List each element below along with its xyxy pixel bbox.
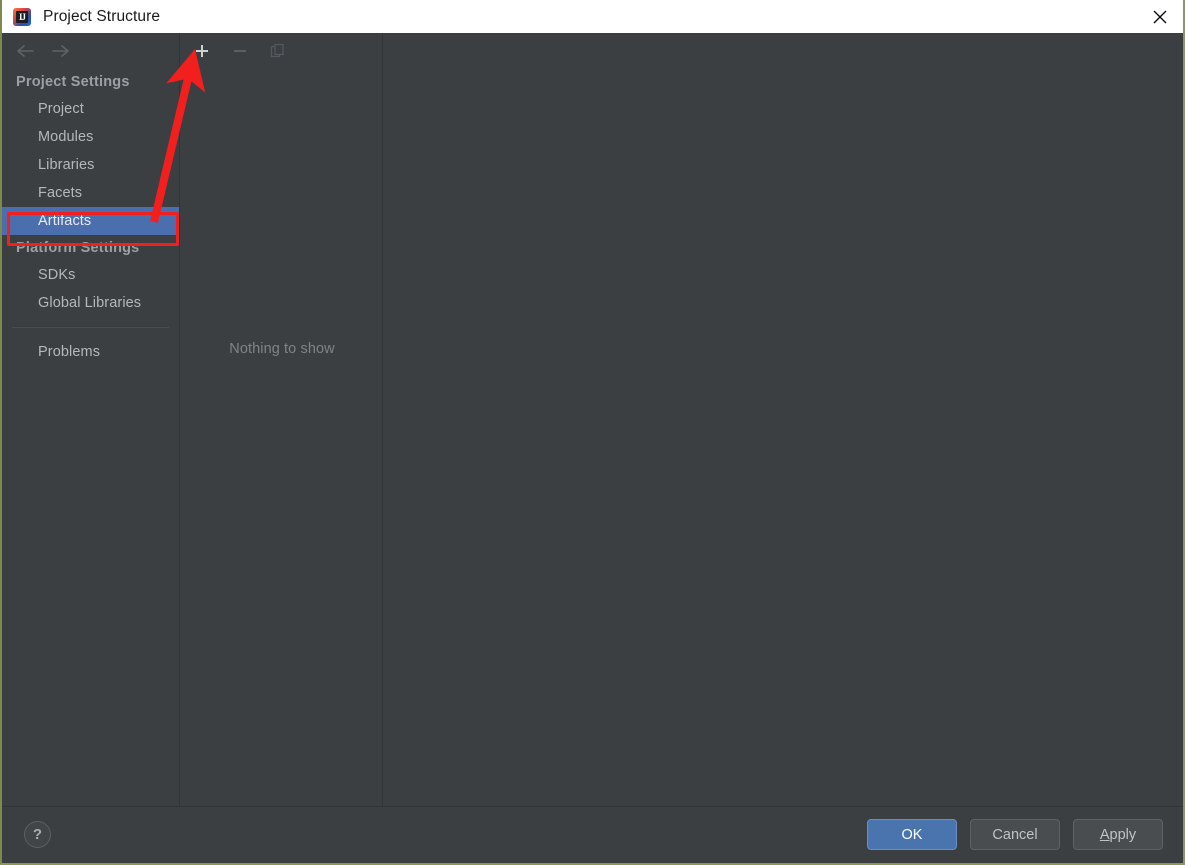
sidebar-item-modules[interactable]: Modules <box>2 123 179 151</box>
title-bar: IJ Project Structure <box>2 0 1183 33</box>
sidebar-item-sdks[interactable]: SDKs <box>2 261 179 289</box>
sidebar-item-facets[interactable]: Facets <box>2 179 179 207</box>
question-mark-icon[interactable]: ? <box>24 821 51 848</box>
artifacts-toolbar <box>181 33 382 69</box>
dialog-body: Project Settings Project Modules Librari… <box>2 33 1183 806</box>
intellij-idea-icon: IJ <box>13 7 31 26</box>
sidebar-item-project[interactable]: Project <box>2 95 179 123</box>
sidebar-item-global-libraries[interactable]: Global Libraries <box>2 289 179 317</box>
apply-button-mnemonic: A <box>1099 826 1110 843</box>
artifacts-list-panel: Nothing to show <box>181 33 383 806</box>
settings-sidebar: Project Settings Project Modules Librari… <box>2 33 180 806</box>
copy-icon <box>267 40 289 62</box>
empty-state-message: Nothing to show <box>229 341 335 357</box>
arrow-left-icon[interactable] <box>14 40 36 62</box>
plus-icon[interactable] <box>191 40 213 62</box>
dialog-action-buttons: OK Cancel Apply <box>867 819 1163 850</box>
minus-icon <box>229 40 251 62</box>
close-icon[interactable] <box>1137 0 1183 33</box>
artifact-detail-panel <box>384 33 1183 806</box>
arrow-right-icon[interactable] <box>50 40 72 62</box>
sidebar-item-problems[interactable]: Problems <box>2 338 179 366</box>
apply-button[interactable]: Apply <box>1073 819 1163 850</box>
sidebar-item-artifacts[interactable]: Artifacts <box>2 207 179 235</box>
app-icon-letters: IJ <box>16 10 28 23</box>
apply-button-rest: pply <box>1109 826 1137 843</box>
sidebar-group-platform-settings: Platform Settings <box>16 240 140 256</box>
sidebar-item-libraries[interactable]: Libraries <box>2 151 179 179</box>
ok-button[interactable]: OK <box>867 819 957 850</box>
project-structure-dialog: IJ Project Structure Project Settings Pr… <box>0 0 1185 865</box>
dialog-footer: ? OK Cancel Apply <box>2 807 1183 863</box>
window-title: Project Structure <box>43 7 161 25</box>
cancel-button[interactable]: Cancel <box>970 819 1060 850</box>
navigation-arrows <box>2 33 179 69</box>
sidebar-divider <box>12 327 169 328</box>
sidebar-group-project-settings: Project Settings <box>16 74 130 90</box>
